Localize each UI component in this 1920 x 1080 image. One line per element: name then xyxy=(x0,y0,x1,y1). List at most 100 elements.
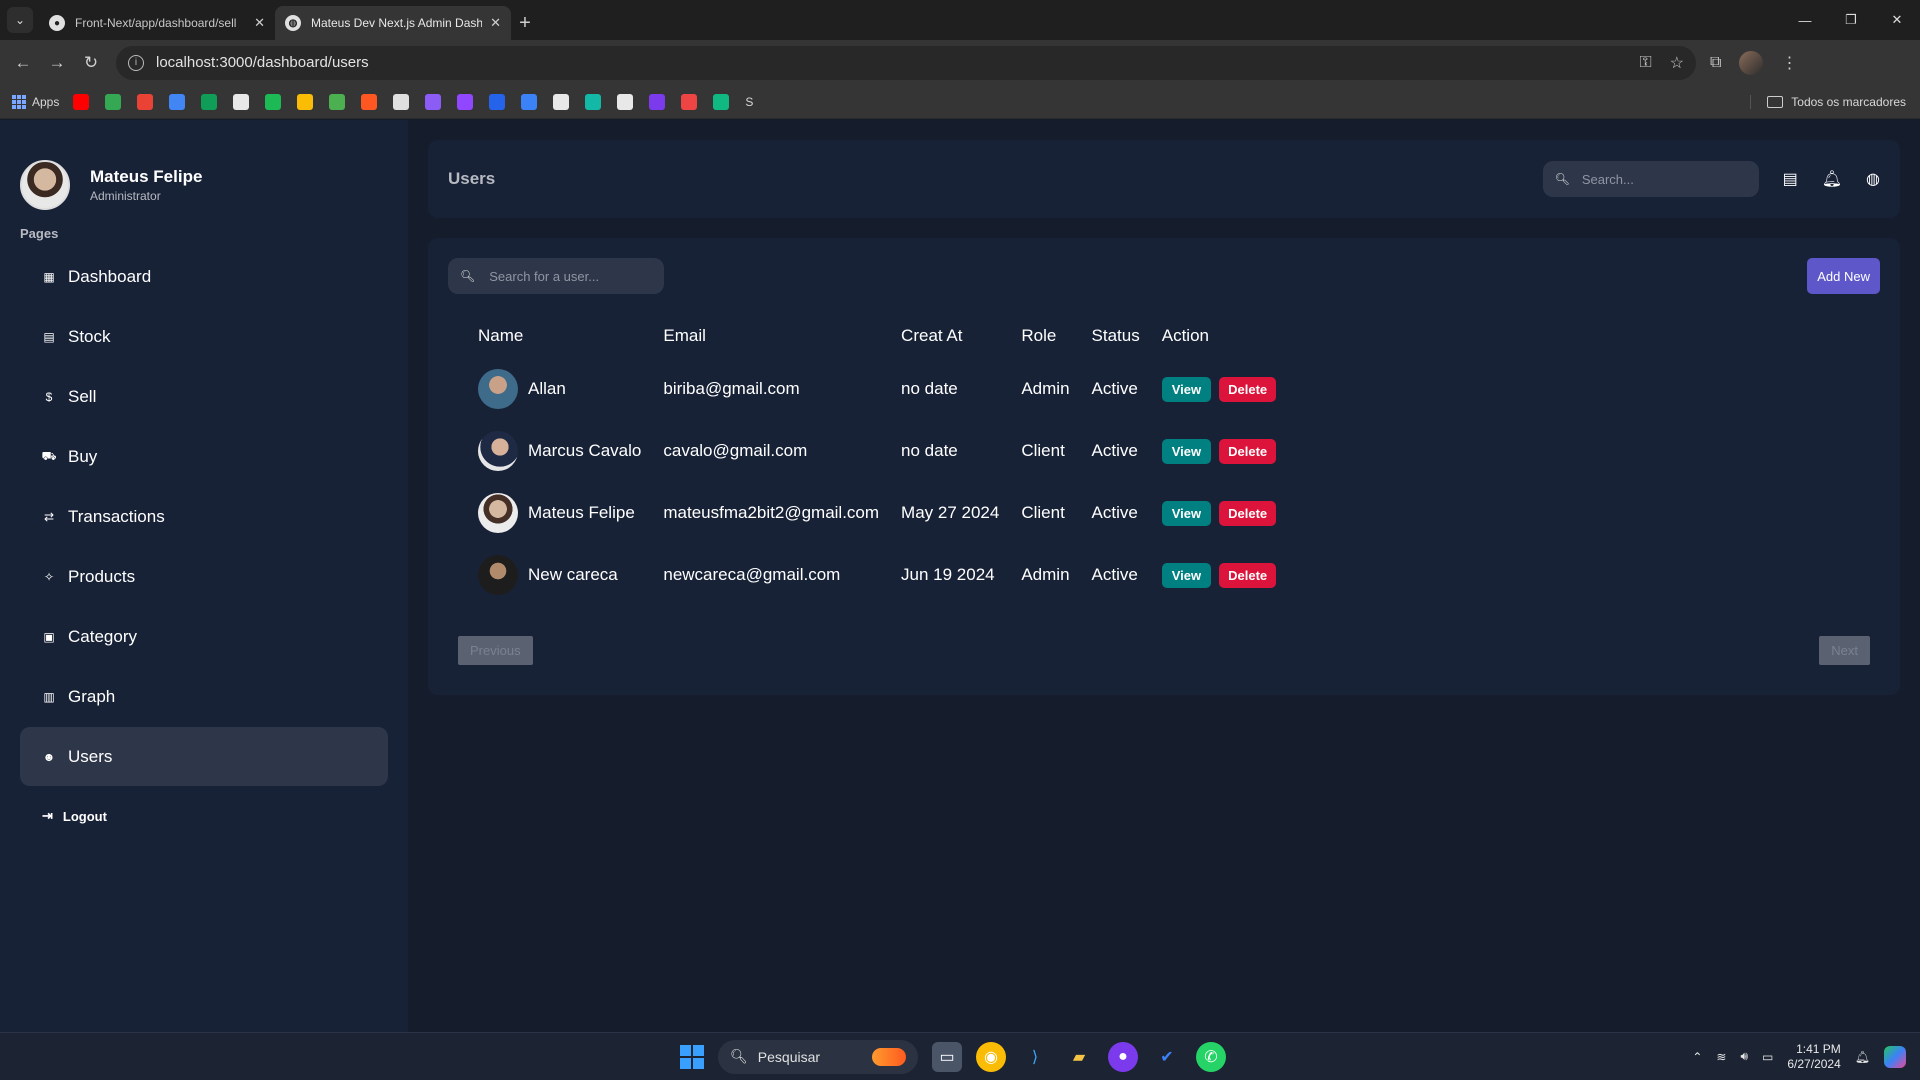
bookmark-favicon-icon[interactable] xyxy=(617,93,634,110)
column-header: Creat At xyxy=(901,326,963,345)
copilot-icon[interactable] xyxy=(1884,1045,1906,1068)
sidebar-item-sell[interactable]: $ Sell xyxy=(20,367,388,426)
volume-icon[interactable]: 🔊︎ xyxy=(1740,1049,1748,1064)
all-bookmarks[interactable]: Todos os marcadores xyxy=(1750,94,1906,109)
tab-search-button[interactable]: ⌄ xyxy=(7,7,33,33)
topbar: Users 🔍︎ ▤ 🔔︎ ◍ xyxy=(428,140,1900,218)
forward-button[interactable]: → xyxy=(40,46,74,80)
restore-icon[interactable]: ❐ xyxy=(1828,0,1874,40)
taskbar: 🔍︎ Pesquisar ▭ ◉ ⟩ ▰ ● ✔ ✆ ⌃ ≋ 🔊︎ ▭ 1:41… xyxy=(0,1032,1920,1080)
window-controls: — ❐ ✕ xyxy=(1782,0,1920,40)
bookmark-favicon-icon[interactable] xyxy=(521,93,538,110)
bookmark-favicon-icon[interactable] xyxy=(489,93,506,110)
bookmark-favicon-icon[interactable] xyxy=(713,93,730,110)
close-tab-icon[interactable]: ✕ xyxy=(254,15,265,31)
site-info-icon[interactable]: i xyxy=(128,54,144,71)
browser-tab-1[interactable]: ◍ Mateus Dev Next.js Admin Dashboard ✕ xyxy=(275,6,511,40)
task-view-icon[interactable]: ▭ xyxy=(932,1041,962,1072)
notifications-icon[interactable]: 🔔︎ xyxy=(1855,1050,1870,1064)
bookmark-favicon-icon[interactable] xyxy=(265,93,282,110)
sidebar-item-dashboard[interactable]: ▦ Dashboard xyxy=(20,247,388,306)
battery-icon[interactable]: ▭ xyxy=(1762,1050,1773,1064)
sidebar-item-users[interactable]: ☻ Users xyxy=(20,727,388,786)
app: Mateus Felipe Administrator Pages ▦ Dashb… xyxy=(0,120,1920,1032)
bookmark-favicon-icon[interactable] xyxy=(457,93,474,110)
vscode-icon[interactable]: ⟩ xyxy=(1020,1042,1050,1072)
windows-start-icon[interactable] xyxy=(680,1044,704,1069)
view-button[interactable]: View xyxy=(1161,562,1212,588)
bookmark-favicon-icon[interactable] xyxy=(425,93,442,110)
sidebar-item-category[interactable]: ▣ Category xyxy=(20,607,388,666)
sidebar-item-products[interactable]: ✧ Products xyxy=(20,547,388,606)
bookmark-favicon-icon[interactable] xyxy=(169,93,186,110)
bookmark-favicon-icon[interactable] xyxy=(649,93,666,110)
bookmark-favicon-icon[interactable] xyxy=(585,93,602,110)
next-button[interactable]: Next xyxy=(1819,636,1870,665)
menu-dots-icon[interactable]: ⋮ xyxy=(1781,53,1797,73)
bookmark-favicon-icon[interactable] xyxy=(329,93,346,110)
profile-avatar[interactable] xyxy=(1739,50,1764,75)
delete-button[interactable]: Delete xyxy=(1219,500,1277,526)
bookmark-favicon-icon[interactable] xyxy=(553,93,570,110)
add-new-button[interactable]: Add New xyxy=(1807,258,1880,294)
status-cell: Active xyxy=(1091,503,1138,522)
bookmark-favicon-icon[interactable] xyxy=(105,93,122,110)
sidebar-item-stock[interactable]: ▤ Stock xyxy=(20,307,388,366)
user-search-input[interactable] xyxy=(489,268,650,284)
close-window-icon[interactable]: ✕ xyxy=(1874,0,1920,40)
name-cell: Marcus Cavalo xyxy=(478,420,663,482)
minimize-icon[interactable]: — xyxy=(1782,0,1828,40)
new-tab-button[interactable]: + xyxy=(511,6,539,40)
bookmark-favicon-icon[interactable] xyxy=(361,93,378,110)
bookmark-favicon-icon[interactable] xyxy=(297,93,314,110)
bookmark-favicon-icon[interactable] xyxy=(393,93,410,110)
github-desktop-icon[interactable]: ● xyxy=(1108,1041,1138,1072)
sidebar-item-graph[interactable]: ▥ Graph xyxy=(20,667,388,726)
delete-button[interactable]: Delete xyxy=(1219,438,1277,464)
todo-icon[interactable]: ✔ xyxy=(1152,1042,1182,1072)
clock-date: 6/27/2024 xyxy=(1787,1056,1841,1071)
logout-button[interactable]: ⇥ Logout xyxy=(20,796,388,836)
key-icon[interactable]: ⚿ xyxy=(1639,54,1651,72)
clock[interactable]: 1:41 PM 6/27/2024 xyxy=(1787,1042,1840,1072)
user-search[interactable]: 🔍︎ xyxy=(448,258,664,294)
extensions-icon[interactable]: ⧉ xyxy=(1710,54,1721,72)
table-header: Name Email Creat At Role Status Action xyxy=(478,314,1298,358)
top-search[interactable]: 🔍︎ xyxy=(1542,161,1759,197)
sidebar-item-transactions[interactable]: ⇄ Transactions xyxy=(20,487,388,546)
all-bookmarks-label: Todos os marcadores xyxy=(1791,94,1906,109)
back-button[interactable]: ← xyxy=(6,46,40,80)
clock-time: 1:41 PM xyxy=(1796,1041,1841,1056)
close-tab-icon[interactable]: ✕ xyxy=(490,15,501,31)
bookmark-favicon-icon[interactable] xyxy=(233,93,250,110)
bell-icon[interactable]: 🔔︎ xyxy=(1822,169,1842,189)
view-button[interactable]: View xyxy=(1161,376,1212,402)
view-button[interactable]: View xyxy=(1161,500,1212,526)
address-bar[interactable]: i localhost:3000/dashboard/users ⚿ ☆ xyxy=(116,45,1696,80)
chrome-icon[interactable]: ◉ xyxy=(976,1041,1006,1072)
sidebar-item-buy[interactable]: ⛟ Buy xyxy=(20,427,388,486)
messages-icon[interactable]: ▤ xyxy=(1783,169,1798,189)
delete-button[interactable]: Delete xyxy=(1219,562,1277,588)
wifi-icon[interactable]: ≋ xyxy=(1716,1050,1726,1064)
view-button[interactable]: View xyxy=(1161,438,1212,464)
delete-button[interactable]: Delete xyxy=(1219,376,1277,402)
bookmark-favicon-icon[interactable] xyxy=(137,93,154,110)
bookmark-favicon-icon[interactable] xyxy=(681,93,698,110)
sidebar-item-label: Transactions xyxy=(68,506,165,526)
bookmark-apps[interactable]: Apps xyxy=(12,94,59,109)
file-explorer-icon[interactable]: ▰ xyxy=(1064,1042,1094,1072)
taskbar-search[interactable]: 🔍︎ Pesquisar xyxy=(718,1039,918,1074)
globe-icon[interactable]: ◍ xyxy=(1866,169,1880,189)
bookmark-s-label[interactable]: S xyxy=(745,95,753,109)
reload-button[interactable]: ↻ xyxy=(74,46,108,80)
user-name-text: Mateus Felipe xyxy=(528,503,635,522)
top-search-input[interactable] xyxy=(1581,171,1742,187)
star-icon[interactable]: ☆ xyxy=(1670,53,1684,73)
browser-tab-0[interactable]: ● Front-Next/app/dashboard/sell ✕ xyxy=(39,6,275,40)
bookmark-favicon-icon[interactable] xyxy=(201,93,218,110)
whatsapp-icon[interactable]: ✆ xyxy=(1196,1041,1226,1072)
bookmark-favicon-icon[interactable] xyxy=(73,93,90,110)
previous-button[interactable]: Previous xyxy=(458,636,533,665)
chevron-up-icon[interactable]: ⌃ xyxy=(1692,1050,1702,1064)
